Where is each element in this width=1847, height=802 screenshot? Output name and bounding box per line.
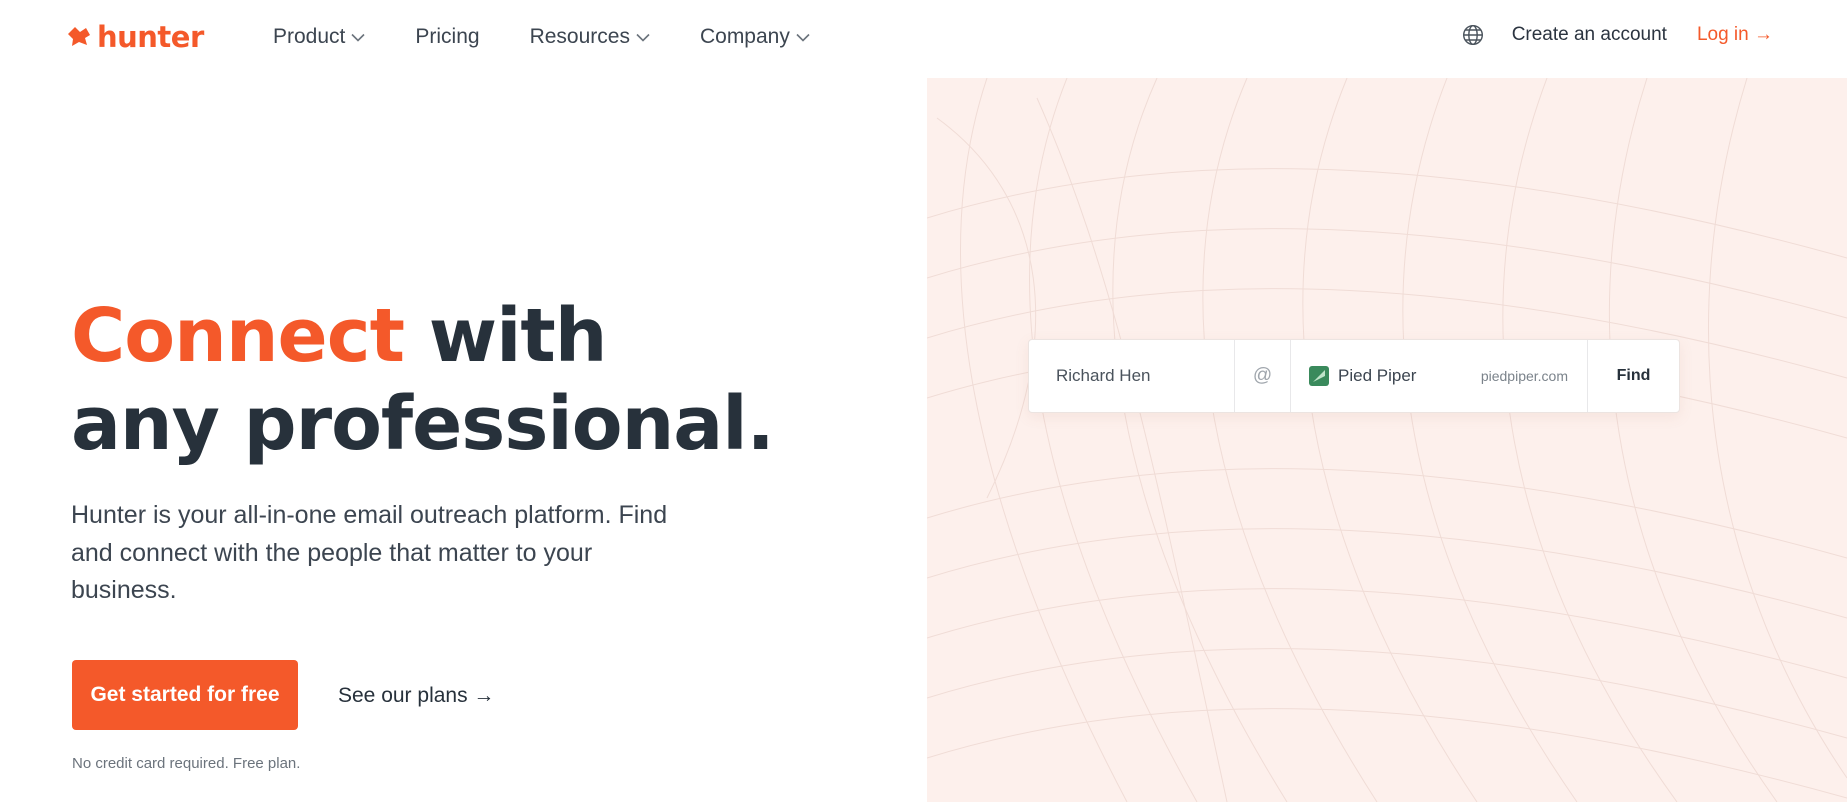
chevron-down-icon <box>796 33 810 42</box>
nav-item-label: Resources <box>529 25 630 48</box>
top-navbar: hunter Product Pricing Resources Company <box>0 0 1834 78</box>
no-credit-card-note: No credit card required. Free plan. <box>72 755 301 772</box>
brand-logo[interactable]: hunter <box>66 20 204 54</box>
headline-accent: Connect <box>71 293 405 379</box>
full-name-value: Richard Hen <box>1056 366 1151 385</box>
nav-item-label: Pricing <box>415 25 480 48</box>
at-separator: @ <box>1235 340 1291 412</box>
create-account-link[interactable]: Create an account <box>1512 24 1667 46</box>
nav-item-pricing[interactable]: Pricing <box>415 25 479 49</box>
headline-line-2: any professional. <box>71 381 775 467</box>
chevron-down-icon <box>636 33 650 42</box>
full-name-field[interactable]: Richard Hen <box>1029 340 1235 412</box>
hero-subtext: Hunter is your all-in-one email outreach… <box>71 501 668 604</box>
header-actions: Create an account Log in → <box>1462 24 1773 46</box>
nav-item-resources[interactable]: Resources <box>530 25 650 49</box>
globe-icon[interactable] <box>1462 24 1484 46</box>
company-field[interactable]: Pied Piper piedpiper.com <box>1291 340 1588 412</box>
at-symbol: @ <box>1252 365 1273 386</box>
pied-piper-logo-icon <box>1309 366 1329 386</box>
nav-item-company[interactable]: Company <box>700 25 810 49</box>
login-link[interactable]: Log in → <box>1697 24 1773 46</box>
hero-headline: Connect with any professional. <box>71 292 831 468</box>
main-nav: Product Pricing Resources Company <box>273 25 810 49</box>
get-started-button[interactable]: Get started for free <box>72 660 298 730</box>
company-domain: piedpiper.com <box>1480 368 1568 384</box>
headline-rest: with <box>403 293 608 379</box>
nav-item-product[interactable]: Product <box>273 25 365 49</box>
chevron-down-icon <box>351 33 365 42</box>
company-name: Pied Piper <box>1338 366 1417 385</box>
email-finder-card: Richard Hen @ Pied Piper piedpiper.com F… <box>1028 339 1680 413</box>
brand-name: hunter <box>97 20 204 54</box>
mesh-background <box>927 78 1847 802</box>
nav-item-label: Product <box>273 25 346 48</box>
hunter-fox-icon <box>68 27 90 46</box>
find-button[interactable]: Find <box>1588 340 1679 412</box>
see-plans-link[interactable]: See our plans → <box>338 684 494 708</box>
hero-visual-panel <box>927 78 1847 802</box>
nav-item-label: Company <box>699 25 790 48</box>
